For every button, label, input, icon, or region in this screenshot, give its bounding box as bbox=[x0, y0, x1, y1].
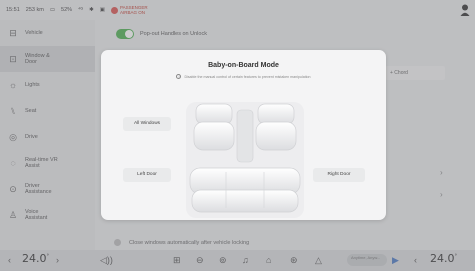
dialog-subtitle-text: Disable the manual control of certain fe… bbox=[184, 74, 311, 79]
dialog-title: Baby-on-Board Mode bbox=[208, 62, 279, 69]
front-left-seat bbox=[193, 103, 235, 151]
info-icon: i bbox=[176, 74, 182, 79]
front-right-seat bbox=[255, 103, 297, 151]
car-seats-illustration bbox=[186, 102, 304, 218]
left-door-button[interactable]: Left Door bbox=[123, 168, 171, 182]
rear-bench-seat bbox=[189, 167, 301, 213]
right-door-button[interactable]: Right Door bbox=[313, 168, 365, 182]
baby-on-board-dialog: Baby-on-Board Mode i Disable the manual … bbox=[101, 50, 386, 220]
all-windows-button[interactable]: All Windows bbox=[123, 117, 171, 131]
center-console bbox=[236, 109, 254, 163]
dialog-subtitle: i Disable the manual control of certain … bbox=[101, 74, 386, 79]
